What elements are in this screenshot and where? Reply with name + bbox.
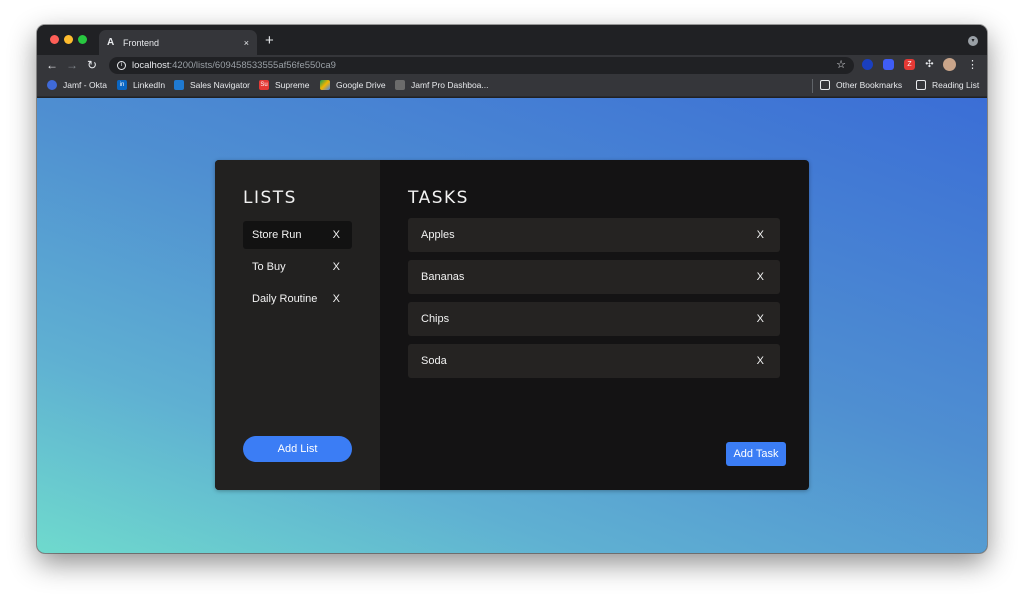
- bookmark-jamf-pro[interactable]: Jamf Pro Dashboa...: [395, 80, 488, 90]
- tasks-main: TASKS Apples X Bananas X Chips X Soda X: [380, 160, 809, 490]
- maximize-window-button[interactable]: [78, 35, 87, 44]
- new-tab-button[interactable]: +: [265, 32, 274, 49]
- bookmark-label: Sales Navigator: [190, 80, 251, 90]
- bookmark-linkedin[interactable]: in LinkedIn: [117, 80, 165, 90]
- reload-icon[interactable]: ↻: [87, 57, 97, 73]
- bookmark-label: Jamf Pro Dashboa...: [411, 80, 489, 90]
- forward-arrow-icon[interactable]: →: [66, 57, 78, 73]
- task-label: Soda: [421, 355, 447, 367]
- bookmark-supreme[interactable]: Su Supreme: [259, 80, 310, 90]
- task-item-bananas[interactable]: Bananas X: [408, 260, 780, 294]
- add-task-button[interactable]: Add Task: [726, 442, 786, 466]
- page-content: LISTS Store Run X To Buy X Daily Routine…: [37, 98, 987, 553]
- task-label: Bananas: [421, 271, 465, 283]
- list-item-label: To Buy: [252, 261, 286, 273]
- tab-search-icon[interactable]: ▾: [968, 36, 978, 46]
- drive-icon: [320, 80, 330, 90]
- task-label: Apples: [421, 229, 455, 241]
- supreme-icon: Su: [259, 80, 269, 90]
- reading-list-label: Reading List: [932, 80, 980, 90]
- extensions-puzzle-icon[interactable]: ✣: [924, 59, 935, 70]
- address-bar[interactable]: i localhost :4200/lists/609458533555af56…: [109, 57, 854, 74]
- menu-kebab-icon[interactable]: ⋮: [967, 58, 978, 71]
- browser-window: A Frontend × + ▾ ← → ↻ i localhost :4200…: [37, 25, 987, 553]
- compass-icon: [174, 80, 184, 90]
- task-item-soda[interactable]: Soda X: [408, 344, 780, 378]
- bookmark-other-bookmarks[interactable]: Other Bookmarks: [820, 80, 902, 90]
- bookmark-label: LinkedIn: [133, 80, 166, 90]
- tab-strip: A Frontend × + ▾: [37, 25, 987, 55]
- bookmark-label: Jamf - Okta: [63, 80, 107, 90]
- zotero-extension-icon[interactable]: Z: [904, 59, 915, 70]
- bookmark-star-icon[interactable]: ☆: [836, 58, 846, 71]
- lists-heading: LISTS: [243, 188, 297, 208]
- bookmark-google-drive[interactable]: Google Drive: [320, 80, 386, 90]
- bookmark-label: Supreme: [275, 80, 310, 90]
- browser-toolbar: ← → ↻ i localhost :4200/lists/6094585335…: [37, 55, 987, 75]
- task-manager-panel: LISTS Store Run X To Buy X Daily Routine…: [215, 160, 809, 490]
- tab-frontend[interactable]: A Frontend ×: [99, 30, 257, 55]
- site-info-icon[interactable]: i: [117, 61, 126, 70]
- task-label: Chips: [421, 313, 450, 325]
- minimize-window-button[interactable]: [64, 35, 73, 44]
- bookmarks-bar: Jamf - Okta in LinkedIn Sales Navigator …: [37, 75, 987, 97]
- list-item-daily-routine[interactable]: Daily Routine X: [243, 285, 352, 313]
- delete-task-button[interactable]: X: [757, 355, 764, 367]
- tasks-heading: TASKS: [408, 188, 469, 208]
- list-item-to-buy[interactable]: To Buy X: [243, 253, 352, 281]
- reading-list-icon: [916, 80, 926, 90]
- delete-task-button[interactable]: X: [757, 229, 764, 241]
- lists-sidebar: LISTS Store Run X To Buy X Daily Routine…: [215, 160, 380, 490]
- angular-icon: A: [107, 37, 115, 48]
- task-item-chips[interactable]: Chips X: [408, 302, 780, 336]
- okta-icon: [47, 80, 57, 90]
- reading-list-button[interactable]: Reading List: [916, 80, 979, 90]
- delete-list-button[interactable]: X: [333, 293, 340, 305]
- delete-task-button[interactable]: X: [757, 313, 764, 325]
- bookmark-label: Google Drive: [336, 80, 386, 90]
- task-item-apples[interactable]: Apples X: [408, 218, 780, 252]
- delete-list-button[interactable]: X: [333, 261, 340, 273]
- tab-title: Frontend: [123, 37, 160, 48]
- list-item-label: Daily Routine: [252, 293, 318, 305]
- list-item-store-run[interactable]: Store Run X: [243, 221, 352, 249]
- url-path: :4200/lists/609458533555af56fe550ca9: [169, 60, 336, 71]
- shield-extension-icon[interactable]: [883, 59, 894, 70]
- bookmark-label: Other Bookmarks: [836, 80, 903, 90]
- back-arrow-icon[interactable]: ←: [46, 57, 58, 73]
- profile-avatar[interactable]: [943, 58, 956, 71]
- bookmarks-divider: [812, 79, 813, 93]
- delete-task-button[interactable]: X: [757, 271, 764, 283]
- linkedin-icon: in: [117, 80, 127, 90]
- add-list-button[interactable]: Add List: [243, 436, 352, 462]
- bookmark-sales-navigator[interactable]: Sales Navigator: [174, 80, 250, 90]
- close-window-button[interactable]: [50, 35, 59, 44]
- url-host: localhost: [132, 60, 170, 71]
- delete-list-button[interactable]: X: [333, 229, 340, 241]
- folder-icon: [820, 80, 830, 90]
- jamf-icon: [395, 80, 405, 90]
- extension-1-icon[interactable]: [862, 59, 873, 70]
- list-item-label: Store Run: [252, 229, 302, 241]
- tab-close-icon[interactable]: ×: [244, 38, 249, 48]
- bookmark-jamf-okta[interactable]: Jamf - Okta: [47, 80, 107, 90]
